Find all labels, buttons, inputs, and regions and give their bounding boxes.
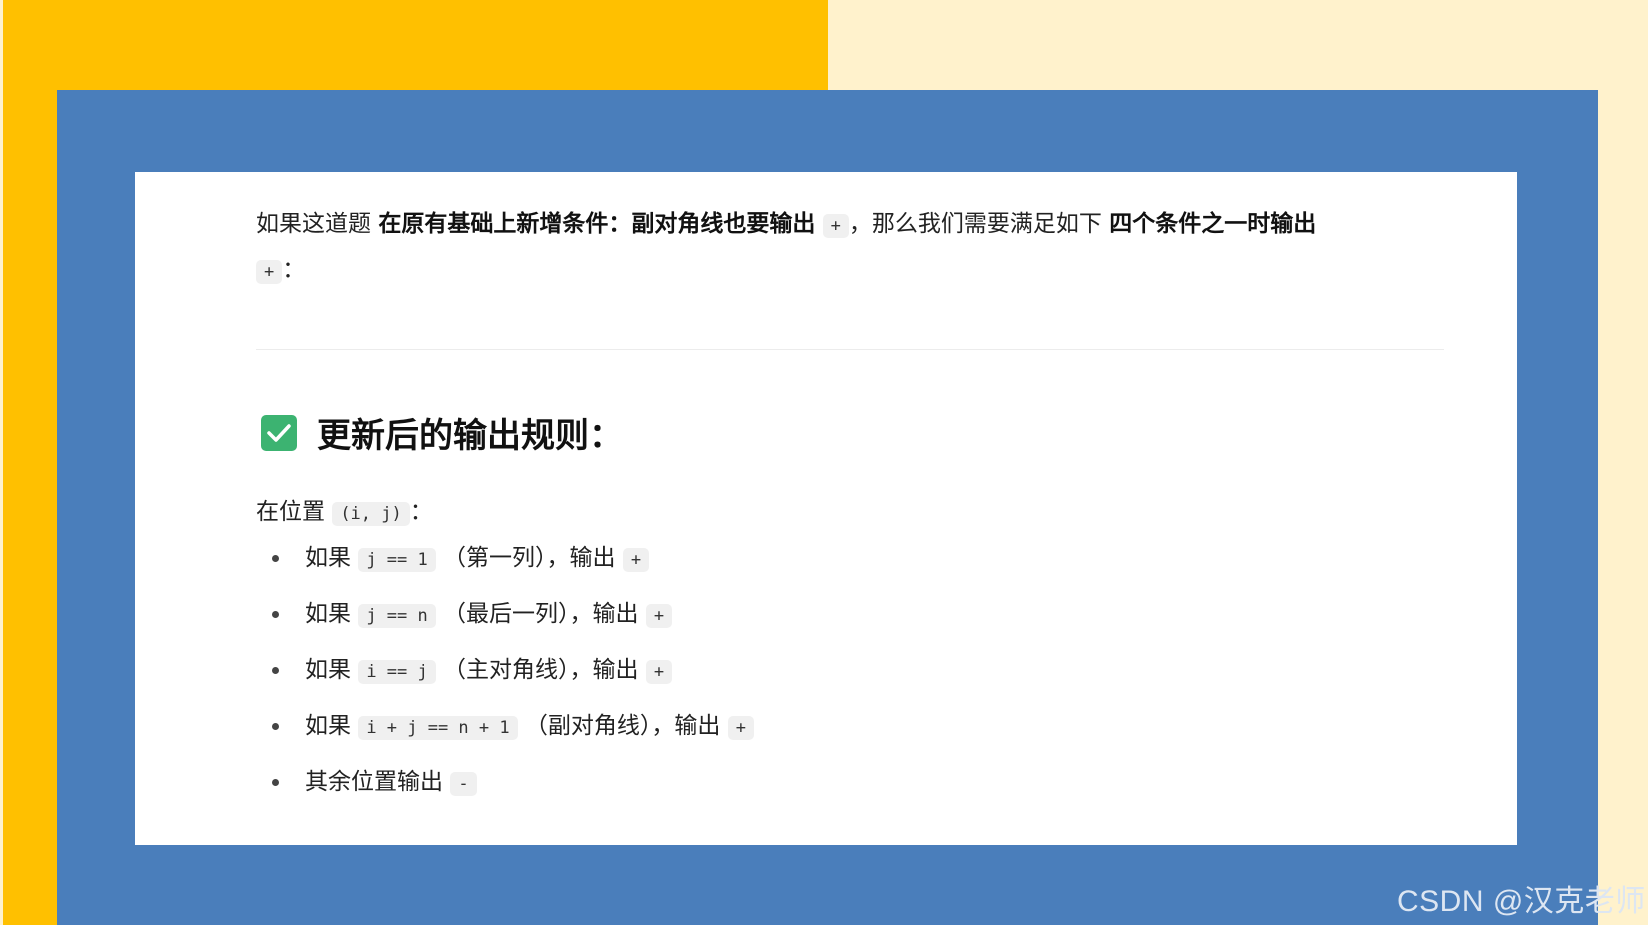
position-intro: 在位置 (i, j)：: [256, 492, 433, 534]
intro-text: 在位置: [256, 499, 325, 525]
bullet-dot: [272, 667, 279, 674]
bullet-dot: [272, 723, 279, 730]
list-item: 如果 i == j （主对角线），输出 +: [256, 650, 754, 706]
rule-output: +: [727, 716, 754, 740]
rule-prefix: 如果: [305, 601, 351, 627]
paragraph-code-1: +: [822, 214, 849, 238]
section-heading: 更新后的输出规则：: [261, 408, 623, 457]
heading-title: 更新后的输出规则：: [317, 416, 623, 456]
intro-paragraph-block: 如果这道题 在原有基础上新增条件：副对角线也要输出 + ，那么我们需要满足如下 四…: [256, 202, 1446, 294]
check-mark-icon: [261, 414, 297, 451]
bullet-dot: [272, 611, 279, 618]
rule-desc: （第一列），输出: [443, 545, 616, 571]
rule-output: -: [450, 772, 477, 796]
list-item: 其余位置输出 -: [256, 762, 754, 818]
rule-code: i + j == n + 1: [358, 716, 518, 740]
rule-prefix: 其余位置输出: [305, 769, 443, 795]
paragraph-text-1: 如果这道题: [256, 211, 379, 237]
bullet-dot: [272, 779, 279, 786]
paragraph-bold-2: 四个条件之一时输出: [1109, 211, 1317, 237]
paragraph-code-2: +: [256, 260, 283, 284]
rule-code: j == n: [358, 604, 436, 628]
paragraph-text-2: ，那么我们需要满足如下: [848, 211, 1110, 237]
divider: [256, 349, 1444, 350]
content-card: 如果这道题 在原有基础上新增条件：副对角线也要输出 + ，那么我们需要满足如下 四…: [135, 172, 1517, 845]
rule-prefix: 如果: [305, 657, 351, 683]
rule-output: +: [645, 604, 673, 628]
rule-prefix: 如果: [305, 545, 351, 571]
rule-desc: （主对角线），输出: [443, 657, 639, 683]
rule-output: +: [622, 548, 650, 572]
intro-code: (i, j): [332, 502, 410, 526]
bullet-dot: [272, 555, 279, 562]
rule-prefix: 如果: [305, 713, 351, 739]
rule-desc: （副对角线），输出: [524, 713, 721, 739]
paragraph-bold-1: 在原有基础上新增条件：副对角线也要输出: [378, 211, 816, 237]
list-item: 如果 j == 1 （第一列），输出 +: [256, 538, 754, 594]
rule-code: j == 1: [358, 548, 436, 572]
watermark: CSDN @汉克老师: [1397, 885, 1646, 918]
list-item: 如果 j == n （最后一列），输出 +: [256, 594, 754, 650]
rule-code: i == j: [358, 660, 436, 684]
rule-desc: （最后一列），输出: [443, 601, 639, 627]
paragraph-text-3: ：: [282, 257, 306, 283]
rules-list: 如果 j == 1 （第一列），输出 + 如果 j == n （最后一列），输出…: [256, 538, 754, 818]
list-item: 如果 i + j == n + 1 （副对角线），输出 +: [256, 706, 754, 762]
background-edge: [0, 0, 3, 925]
intro-paragraph: 如果这道题 在原有基础上新增条件：副对角线也要输出 + ，那么我们需要满足如下 四…: [256, 202, 1446, 294]
rule-output: +: [645, 660, 673, 684]
intro-colon: ：: [409, 499, 433, 525]
